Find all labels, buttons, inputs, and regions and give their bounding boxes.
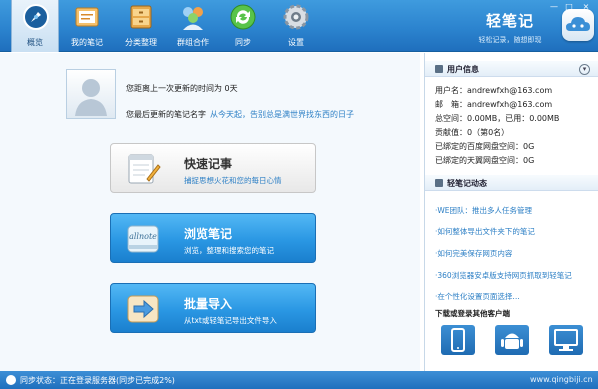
tab-sync-label: 同步 — [235, 38, 251, 47]
batch-import-button[interactable]: 批量导入 从txt或轻笔记导出文件导入 — [110, 283, 316, 333]
quick-note-button[interactable]: 快速记事 捕捉思想火花和您的每日心情 — [110, 143, 316, 193]
tab-group[interactable]: 群组合作 — [169, 0, 217, 52]
last-note-link[interactable]: 从今天起，告别总是满世界找东西的日子 — [210, 110, 354, 119]
close-button[interactable]: × — [580, 2, 592, 12]
browse-notes-subtitle: 浏览，整理和搜索您的笔记 — [184, 246, 274, 255]
last-note-line: 您最后更新的笔记名字 从今天起，告别总是满世界找东西的日子 — [126, 109, 354, 120]
brand-name: 轻笔记 — [485, 12, 534, 30]
android-icon — [501, 333, 523, 349]
notepad-pen-icon — [128, 154, 161, 184]
section-square-icon — [435, 179, 443, 187]
sync-icon — [230, 4, 256, 30]
tab-settings[interactable]: 设置 — [272, 0, 320, 52]
avatar[interactable] — [66, 69, 116, 119]
phone-icon — [451, 328, 465, 352]
watermark-text: www.qingbiji.cn — [530, 375, 593, 384]
last-update-text: 您距离上一次更新的时间为 0天 — [126, 84, 238, 93]
tab-my-notes[interactable]: 我的笔记 — [63, 0, 111, 52]
last-note-label: 您最后更新的笔记名字 — [126, 110, 206, 119]
tab-categorize-label: 分类整理 — [125, 38, 157, 47]
top-toolbar: 概览 我的笔记 分类整理 群组合作 同步 设置 轻笔记 轻松记录，随想即现 — … — [0, 0, 598, 52]
sync-status-text: 同步状态：正在登录服务器(同步已完成2%) — [20, 376, 175, 385]
monitor-icon — [554, 329, 578, 351]
tab-settings-label: 设置 — [288, 38, 304, 47]
batch-import-subtitle: 从txt或轻笔记导出文件导入 — [184, 316, 277, 325]
section-square-icon — [435, 65, 443, 73]
android-client-button[interactable] — [495, 325, 529, 355]
user-info-row: 已绑定的百度网盘空间：0G — [435, 142, 535, 151]
allnote-icon-text: allnote — [129, 232, 157, 241]
tab-overview-label: 概览 — [27, 38, 43, 47]
app-logo — [562, 9, 594, 41]
status-bar: 同步状态：正在登录服务器(同步已完成2%) www.qingbiji.cn — [0, 371, 598, 389]
group-icon — [183, 7, 203, 30]
user-info-row: 贡献值：0（第0名） — [435, 128, 510, 137]
web-client-button[interactable] — [549, 325, 583, 355]
news-item[interactable]: ·360浏览器安卓版支持网页抓取到轻笔记 — [435, 270, 572, 281]
tab-overview[interactable]: 概览 — [11, 0, 59, 52]
download-heading: 下载或登录其他客户端 — [435, 309, 510, 318]
news-item[interactable]: ·在个性化设置页面选择… — [435, 291, 520, 302]
tab-sync[interactable]: 同步 — [219, 0, 267, 52]
maximize-button[interactable]: □ — [563, 2, 575, 12]
news-heading: 轻笔记动态 — [447, 179, 487, 188]
brand: 轻笔记 轻松记录，随想即现 — [478, 10, 542, 45]
news-item[interactable]: ·如何完美保存网页内容 — [435, 248, 512, 259]
cloud-logo-icon — [566, 17, 590, 31]
quick-note-subtitle: 捕捉思想火花和您的每日心情 — [184, 176, 282, 185]
user-info-row: 邮 箱：andrewfxh@163.com — [435, 100, 553, 109]
notebook-stack-icon: allnote — [127, 225, 159, 253]
sync-status-icon — [6, 375, 16, 385]
import-arrow-icon — [127, 295, 159, 323]
right-panel: 用户信息 ▾ 用户名：andrewfxh@163.com 邮 箱：andrewf… — [424, 53, 598, 371]
overview-icon — [23, 4, 49, 30]
user-info-heading: 用户信息 — [447, 65, 479, 74]
quick-note-title: 快速记事 — [184, 157, 233, 171]
brand-tagline: 轻松记录，随想即现 — [478, 36, 542, 44]
news-item[interactable]: ·如何整体导出文件夹下的笔记 — [435, 226, 535, 237]
user-info-row: 总空间：0.00MB，已用：0.00MB — [435, 114, 560, 123]
categorize-icon — [130, 5, 152, 29]
user-info-header: 用户信息 ▾ — [425, 61, 598, 77]
news-item[interactable]: ·WE团队：推出多人任务管理 — [435, 205, 532, 216]
browse-notes-button[interactable]: allnote 浏览笔记 浏览，整理和搜索您的笔记 — [110, 213, 316, 263]
user-silhouette-icon — [75, 79, 107, 116]
batch-import-title: 批量导入 — [184, 297, 233, 311]
main-panel: 您距离上一次更新的时间为 0天 您最后更新的笔记名字 从今天起，告别总是满世界找东… — [0, 53, 420, 371]
tab-categorize[interactable]: 分类整理 — [117, 0, 165, 52]
news-header: 轻笔记动态 — [425, 175, 598, 191]
tab-my-notes-label: 我的笔记 — [71, 38, 103, 47]
user-info-row: 用户名：andrewfxh@163.com — [435, 86, 553, 95]
browse-notes-title: 浏览笔记 — [184, 227, 233, 241]
ios-client-button[interactable] — [441, 325, 475, 355]
my-notes-icon — [75, 7, 99, 27]
minimize-button[interactable]: — — [548, 2, 560, 12]
settings-icon — [283, 4, 309, 30]
collapse-chevron-icon[interactable]: ▾ — [579, 64, 590, 75]
user-info-row: 已绑定的天翼网盘空间：0G — [435, 156, 535, 165]
tab-group-label: 群组合作 — [177, 38, 209, 47]
